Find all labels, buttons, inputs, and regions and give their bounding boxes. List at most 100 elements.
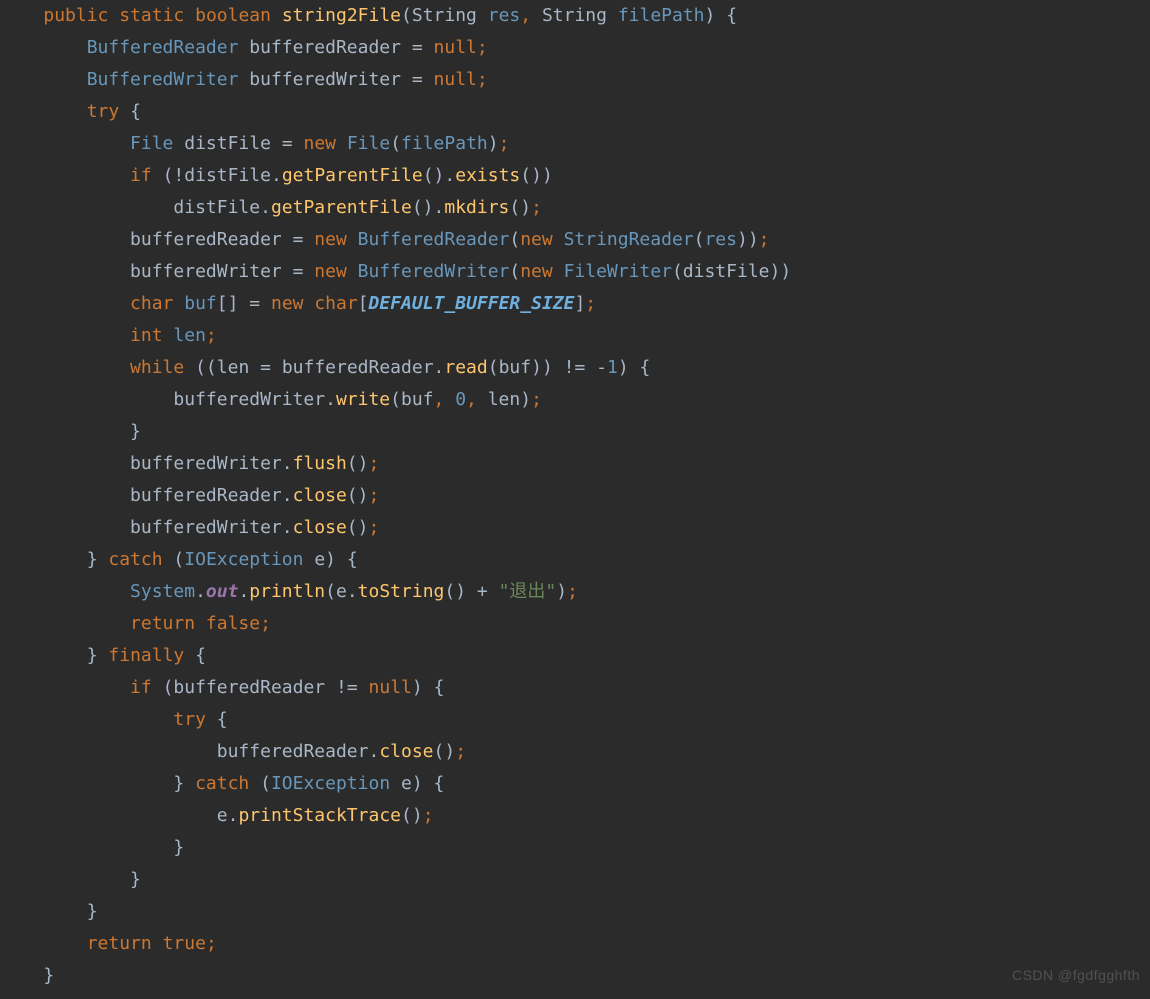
punct: ) (423, 197, 434, 218)
punct: . (434, 197, 445, 218)
code-line: if (bufferedReader != null) { (0, 672, 1150, 704)
punct: . (282, 485, 293, 506)
identifier: buf (499, 357, 532, 378)
identifier: bufferedReader (173, 677, 325, 698)
keyword-new: new (314, 261, 347, 282)
punct: . (434, 357, 445, 378)
punct: ; (206, 933, 217, 954)
punct: , (466, 389, 477, 410)
method-call: flush (293, 453, 347, 474)
punct: ) (531, 165, 542, 186)
punct: } (173, 773, 184, 794)
method-name: string2File (282, 5, 401, 26)
punct: ( (694, 229, 705, 250)
punct: ) (358, 485, 369, 506)
keyword-true: true (163, 933, 206, 954)
code-line: bufferedReader = new BufferedReader(new … (0, 224, 1150, 256)
keyword-return: return (87, 933, 152, 954)
punct: = (293, 261, 304, 282)
punct: { (434, 773, 445, 794)
punct: ) (412, 805, 423, 826)
identifier: distFile (173, 197, 260, 218)
punct: ) (520, 197, 531, 218)
number: 0 (455, 389, 466, 410)
punct: } (130, 869, 141, 890)
identifier: e (217, 805, 228, 826)
punct: ; (567, 581, 578, 602)
punct: ; (368, 485, 379, 506)
keyword-try: try (87, 101, 120, 122)
punct: ) (556, 581, 567, 602)
type: FileWriter (564, 261, 672, 282)
punct: = (412, 69, 423, 90)
keyword-try: try (173, 709, 206, 730)
punct: ( (325, 581, 336, 602)
punct: ; (531, 389, 542, 410)
type: StringReader (564, 229, 694, 250)
punct: . (282, 453, 293, 474)
method-call: exists (455, 165, 520, 186)
type: File (347, 133, 390, 154)
keyword-catch: catch (195, 773, 249, 794)
code-line: } (0, 896, 1150, 928)
code-line: if (!distFile.getParentFile().exists()) (0, 160, 1150, 192)
identifier: bufferedReader (282, 357, 434, 378)
code-line: return false; (0, 608, 1150, 640)
punct: != (564, 357, 586, 378)
identifier: e (401, 773, 412, 794)
punct: { (640, 357, 651, 378)
identifier: bufferedReader (217, 741, 369, 762)
identifier: bufferedWriter (130, 453, 282, 474)
punct: ) (488, 133, 499, 154)
keyword-null: null (434, 37, 477, 58)
punct: ) (705, 5, 716, 26)
method-call: read (444, 357, 487, 378)
punct: ( (390, 389, 401, 410)
punct: ( (401, 5, 412, 26)
punct: ) (434, 165, 445, 186)
code-line: public static boolean string2File(String… (0, 0, 1150, 32)
punct: ; (499, 133, 510, 154)
punct: { (347, 549, 358, 570)
punct: } (87, 901, 98, 922)
code-line: } (0, 960, 1150, 992)
code-line: bufferedReader.close(); (0, 480, 1150, 512)
punct: = (282, 133, 293, 154)
identifier: len (173, 325, 206, 346)
punct: , (520, 5, 531, 26)
keyword-char: char (314, 293, 357, 314)
punct: ( (390, 133, 401, 154)
punct: { (130, 101, 141, 122)
keyword-null: null (434, 69, 477, 90)
punct: - (596, 357, 607, 378)
code-line: int len; (0, 320, 1150, 352)
type: String (412, 5, 477, 26)
punct: , (434, 389, 445, 410)
method-call: write (336, 389, 390, 410)
punct: ( (163, 677, 174, 698)
code-line: char buf[] = new char[DEFAULT_BUFFER_SIZ… (0, 288, 1150, 320)
punct: + (477, 581, 488, 602)
punct: . (282, 517, 293, 538)
punct: ) (737, 229, 748, 250)
punct: . (260, 197, 271, 218)
punct: ( (672, 261, 683, 282)
code-line: } (0, 864, 1150, 896)
keyword-public: public (43, 5, 108, 26)
punct: } (43, 965, 54, 986)
identifier: buf (401, 389, 434, 410)
code-line: bufferedWriter = new BufferedWriter(new … (0, 256, 1150, 288)
method-call: close (293, 517, 347, 538)
string-literal: "退出" (499, 581, 557, 602)
punct: { (217, 709, 228, 730)
code-line: while ((len = bufferedReader.read(buf)) … (0, 352, 1150, 384)
punct: } (173, 837, 184, 858)
punct: . (444, 165, 455, 186)
keyword-null: null (369, 677, 412, 698)
punct: ) (358, 453, 369, 474)
identifier: bufferedWriter (130, 517, 282, 538)
identifier: buf (184, 293, 217, 314)
type: IOException (184, 549, 303, 570)
type: BufferedWriter (358, 261, 510, 282)
keyword-boolean: boolean (195, 5, 271, 26)
